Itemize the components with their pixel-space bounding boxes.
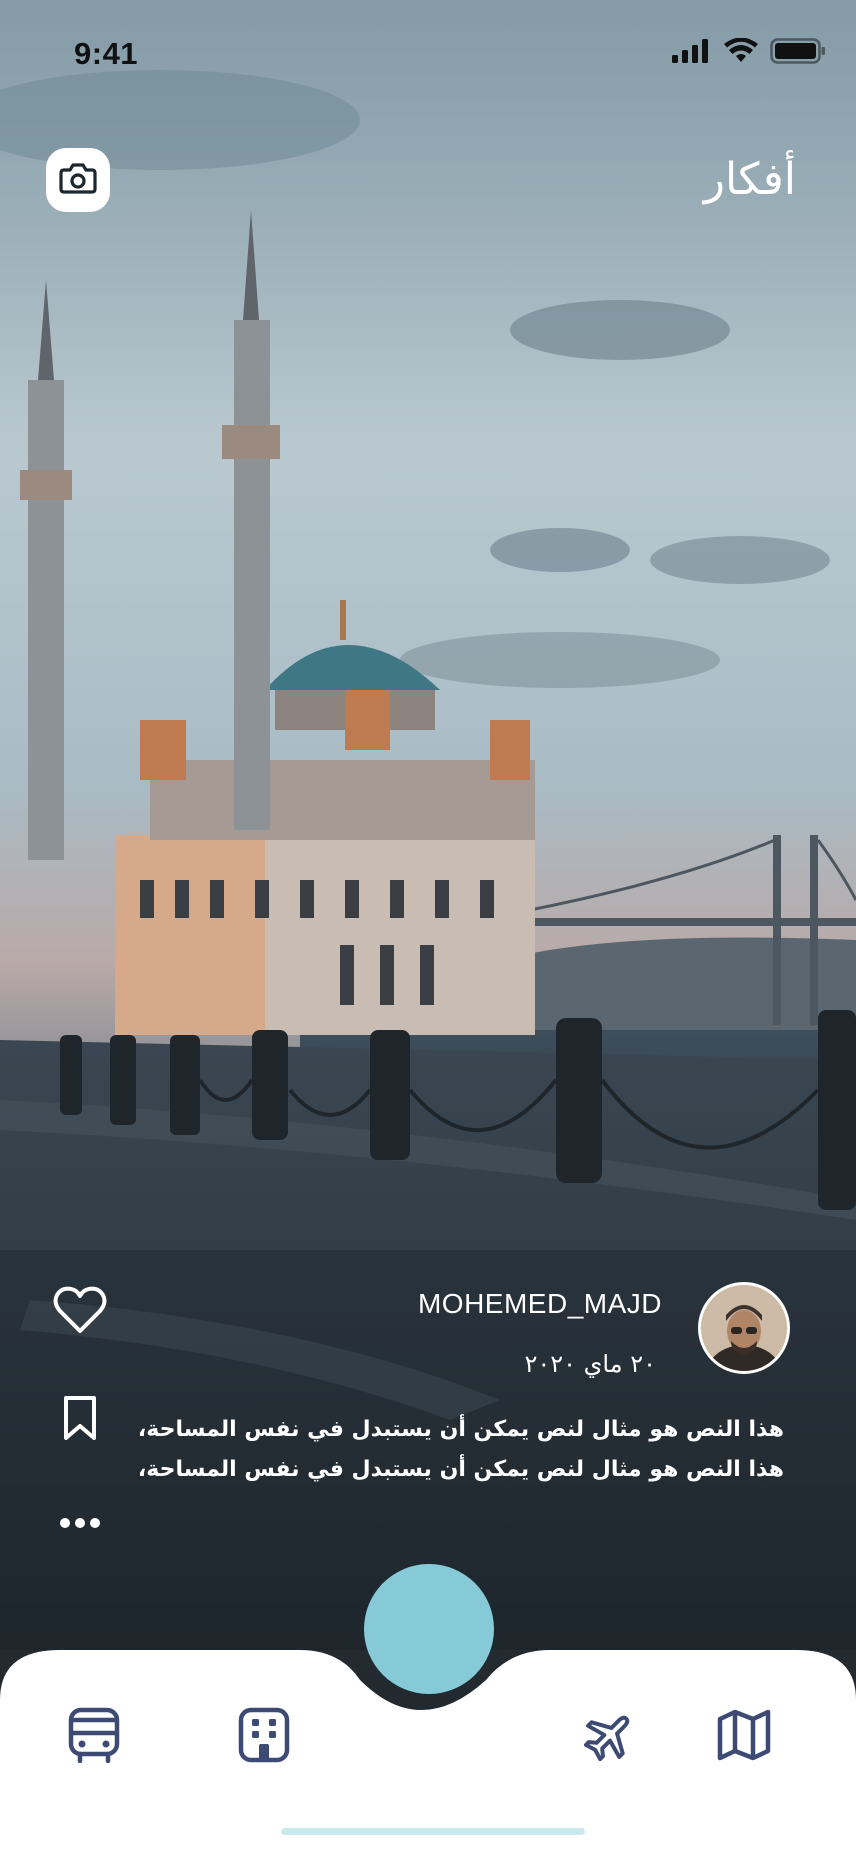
airplane-icon [583,1709,636,1765]
username[interactable]: MOHEMED_MAJD [418,1288,662,1320]
bus-icon [68,1707,120,1767]
camera-icon [59,161,97,199]
caption-line: هذا النص هو مثال لنص يمكن أن يستبدل في ن… [137,1457,784,1482]
nav-flights[interactable] [580,1707,640,1767]
status-time: 9:41 [74,36,139,71]
app-title: أفكار [703,154,796,205]
status-icons [672,37,826,68]
battery-icon [770,38,826,68]
map-icon [717,1708,771,1766]
avatar[interactable] [698,1282,790,1374]
like-button[interactable] [50,1282,110,1342]
nav-map[interactable] [714,1707,774,1767]
more-dots-icon [59,1515,101,1534]
camera-button[interactable] [46,148,110,212]
nav-building[interactable] [234,1707,294,1767]
more-options-button[interactable] [50,1494,110,1554]
bookmark-icon [60,1394,100,1446]
screen: 9:41 أفكار MOHEMED_MAJD ٢٠ ماي ٢٠٢٠ هذا … [0,0,856,1852]
save-button[interactable] [50,1390,110,1450]
post-date: ٢٠ ماي ٢٠٢٠ [524,1350,656,1378]
cellular-signal-icon [672,39,712,67]
post-caption: هذا النص هو مثال لنص يمكن أن يستبدل في ن… [137,1410,784,1490]
center-action-button[interactable] [364,1564,494,1694]
home-indicator [281,1828,585,1835]
nav-bus[interactable] [64,1707,124,1767]
wifi-icon [724,37,758,68]
caption-line: هذا النص هو مثال لنص يمكن أن يستبدل في ن… [137,1417,784,1442]
heart-icon [52,1285,108,1339]
building-icon [238,1707,290,1767]
